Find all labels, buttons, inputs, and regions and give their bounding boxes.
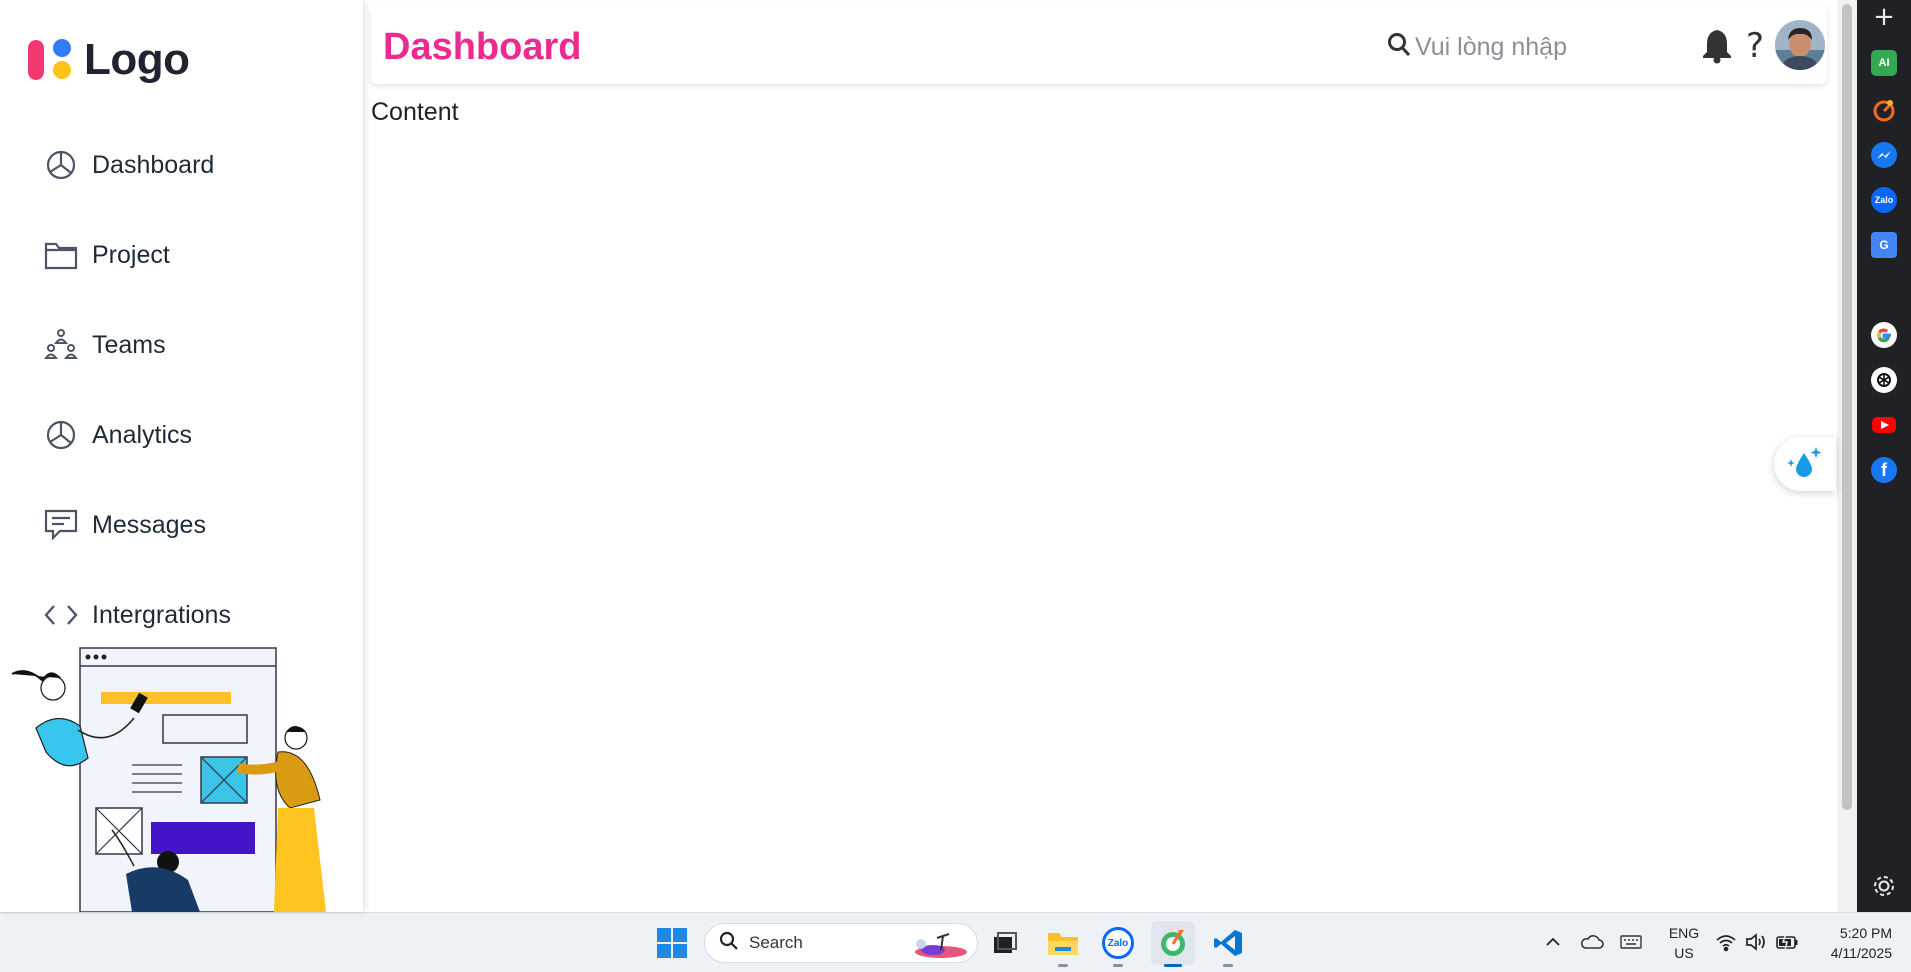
file-explorer-icon[interactable] <box>1041 921 1085 967</box>
help-icon[interactable]: ? <box>1743 26 1767 66</box>
sidebar-nav: Dashboard Project Teams Analytics Messag… <box>0 120 363 660</box>
taskbar-search[interactable]: Search <box>704 923 978 963</box>
sidebar-item-dashboard[interactable]: Dashboard <box>0 120 363 210</box>
taskbar: Search Zalo ENG US 5:20 PM 4/11/2025 <box>0 912 1911 972</box>
main-area: Dashboard ? <box>363 0 1837 912</box>
folder-icon <box>44 238 78 272</box>
search-highlight-icon <box>911 930 969 963</box>
chatgpt-icon[interactable] <box>1871 367 1897 393</box>
google-icon[interactable] <box>1871 322 1897 348</box>
logo-mark-icon <box>26 34 76 86</box>
youtube-icon[interactable] <box>1871 412 1897 438</box>
page-title: Dashboard <box>383 26 582 68</box>
running-indicator <box>1058 964 1068 967</box>
active-indicator <box>1164 964 1182 967</box>
keyboard-icon[interactable] <box>1619 931 1642 953</box>
region-code: US <box>1674 945 1694 961</box>
taskbar-search-label: Search <box>749 933 803 952</box>
messenger-icon[interactable] <box>1871 142 1897 168</box>
volume-icon[interactable] <box>1744 931 1766 953</box>
zalo-icon: Zalo <box>1102 927 1134 959</box>
search-box[interactable] <box>1387 30 1647 64</box>
sidebar-item-analytics[interactable]: Analytics <box>0 390 363 480</box>
screen: Logo Dashboard Project Teams Analytics M… <box>0 0 1911 972</box>
onedrive-cloud-icon[interactable] <box>1580 931 1604 953</box>
logo-text: Logo <box>84 35 190 84</box>
sidebar-item-label: Intergrations <box>92 600 231 629</box>
timer-icon[interactable] <box>1871 97 1897 123</box>
avatar[interactable] <box>1775 20 1825 70</box>
battery-icon[interactable] <box>1775 931 1798 953</box>
task-view-icon[interactable] <box>983 921 1027 965</box>
sidebar: Logo Dashboard Project Teams Analytics M… <box>0 0 363 912</box>
clock-date: 4/11/2025 <box>1830 945 1892 961</box>
translate-icon[interactable]: G <box>1871 232 1897 258</box>
scrollbar-thumb[interactable] <box>1842 4 1852 810</box>
water-drop-sparkle-icon <box>1786 445 1824 484</box>
facebook-icon[interactable]: f <box>1871 457 1897 483</box>
zalo-icon[interactable]: Zalo <box>1871 187 1897 213</box>
ai-chat-icon[interactable]: AI <box>1871 50 1897 76</box>
language-indicator[interactable]: ENG US <box>1664 923 1704 963</box>
top-header: Dashboard ? <box>371 6 1827 84</box>
zalo-taskbar-icon[interactable]: Zalo <box>1096 921 1140 967</box>
logo[interactable]: Logo <box>26 34 190 86</box>
language-code: ENG <box>1668 925 1700 941</box>
chevron-up-icon[interactable] <box>1542 931 1564 953</box>
system-clock[interactable]: 5:20 PM 4/11/2025 <box>1812 923 1892 963</box>
wifi-icon[interactable] <box>1715 931 1737 953</box>
sidebar-item-label: Dashboard <box>92 150 215 179</box>
sidebar-item-label: Messages <box>92 510 206 539</box>
search-input[interactable] <box>1415 32 1635 62</box>
floating-sparkle-button[interactable] <box>1774 437 1836 491</box>
sidebar-item-label: Teams <box>92 330 166 359</box>
bell-icon[interactable] <box>1701 28 1733 64</box>
teams-icon <box>44 328 78 362</box>
pie-chart-icon <box>44 418 78 452</box>
settings-gear-icon[interactable] <box>1870 872 1898 900</box>
browser-side-panel: + AI Zalo G f <box>1857 0 1911 912</box>
team-illustration <box>8 640 348 912</box>
sidebar-item-teams[interactable]: Teams <box>0 300 363 390</box>
search-icon <box>719 931 739 956</box>
sidebar-item-project[interactable]: Project <box>0 210 363 300</box>
clock-time: 5:20 PM <box>1839 925 1892 941</box>
vscode-icon[interactable] <box>1206 921 1250 967</box>
message-icon <box>44 508 78 542</box>
active-app-icon[interactable] <box>1151 921 1195 967</box>
pie-chart-icon <box>44 148 78 182</box>
add-icon[interactable]: + <box>1871 4 1897 30</box>
content-text: Content <box>371 98 459 126</box>
sidebar-item-label: Analytics <box>92 420 193 449</box>
running-indicator <box>1113 964 1123 967</box>
sidebar-item-messages[interactable]: Messages <box>0 480 363 570</box>
sidebar-item-label: Project <box>92 240 170 269</box>
page-scrollbar[interactable] <box>1837 0 1857 912</box>
running-indicator <box>1223 964 1233 967</box>
windows-start-icon[interactable] <box>656 927 688 959</box>
code-icon <box>44 598 78 632</box>
search-icon <box>1387 32 1411 63</box>
